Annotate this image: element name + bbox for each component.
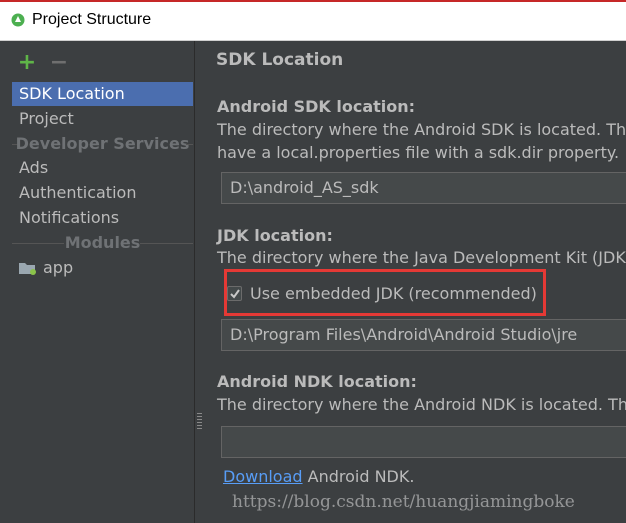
watermark: https://blog.csdn.net/huangjiamingboke — [232, 492, 575, 512]
download-ndk-link[interactable]: Download — [223, 467, 303, 486]
sidebar-item-authentication[interactable]: Authentication — [12, 181, 193, 205]
sidebar-item-sdk-location[interactable]: SDK Location — [12, 82, 193, 106]
android-sdk-label: Android SDK location: — [217, 97, 416, 116]
jdk-path-field[interactable]: D:\Program Files\Android\Android Studio\… — [221, 319, 626, 351]
header-divider — [140, 243, 193, 244]
android-ndk-description: The directory where the Android NDK is l… — [217, 395, 626, 414]
android-sdk-description-2: have a local.properties file with a sdk.… — [217, 143, 620, 162]
remove-icon[interactable]: − — [49, 52, 69, 74]
panel-splitter[interactable] — [194, 41, 204, 523]
android-studio-icon — [11, 13, 25, 27]
sidebar-item-notifications[interactable]: Notifications — [12, 206, 193, 230]
android-ndk-path-field[interactable] — [221, 426, 626, 458]
jdk-description: The directory where the Java Development… — [217, 248, 626, 267]
annotation-highlight-box — [224, 269, 546, 316]
sidebar-item-project[interactable]: Project — [12, 107, 193, 131]
android-sdk-path-field[interactable]: D:\android_AS_sdk — [221, 172, 626, 204]
panel-title: SDK Location — [216, 50, 344, 70]
jdk-label: JDK location: — [217, 226, 333, 245]
header-divider — [186, 144, 193, 145]
android-ndk-label: Android NDK location: — [217, 372, 417, 391]
developer-services-header: Developer Services — [12, 132, 193, 156]
sidebar-item-app[interactable]: app — [19, 256, 189, 280]
developer-services-label: Developer Services — [15, 134, 190, 153]
module-folder-icon — [19, 263, 36, 275]
add-icon[interactable]: + — [17, 52, 37, 74]
title-bar: Project Structure — [0, 0, 626, 41]
modules-header: Modules — [12, 231, 193, 255]
android-sdk-description: The directory where the Android SDK is l… — [217, 120, 626, 139]
sidebar-item-ads[interactable]: Ads — [12, 156, 193, 180]
ndk-download-row: Download Android NDK. — [223, 467, 414, 486]
window-title: Project Structure — [32, 11, 152, 28]
module-app-label: app — [43, 258, 74, 277]
window-top-strip — [0, 0, 626, 2]
sdk-location-panel: SDK Location Android SDK location: The d… — [204, 41, 626, 523]
splitter-grip-icon[interactable] — [197, 413, 202, 431]
download-ndk-suffix: Android NDK. — [302, 467, 415, 486]
sidebar: + − SDK Location Project Developer Servi… — [0, 41, 194, 523]
